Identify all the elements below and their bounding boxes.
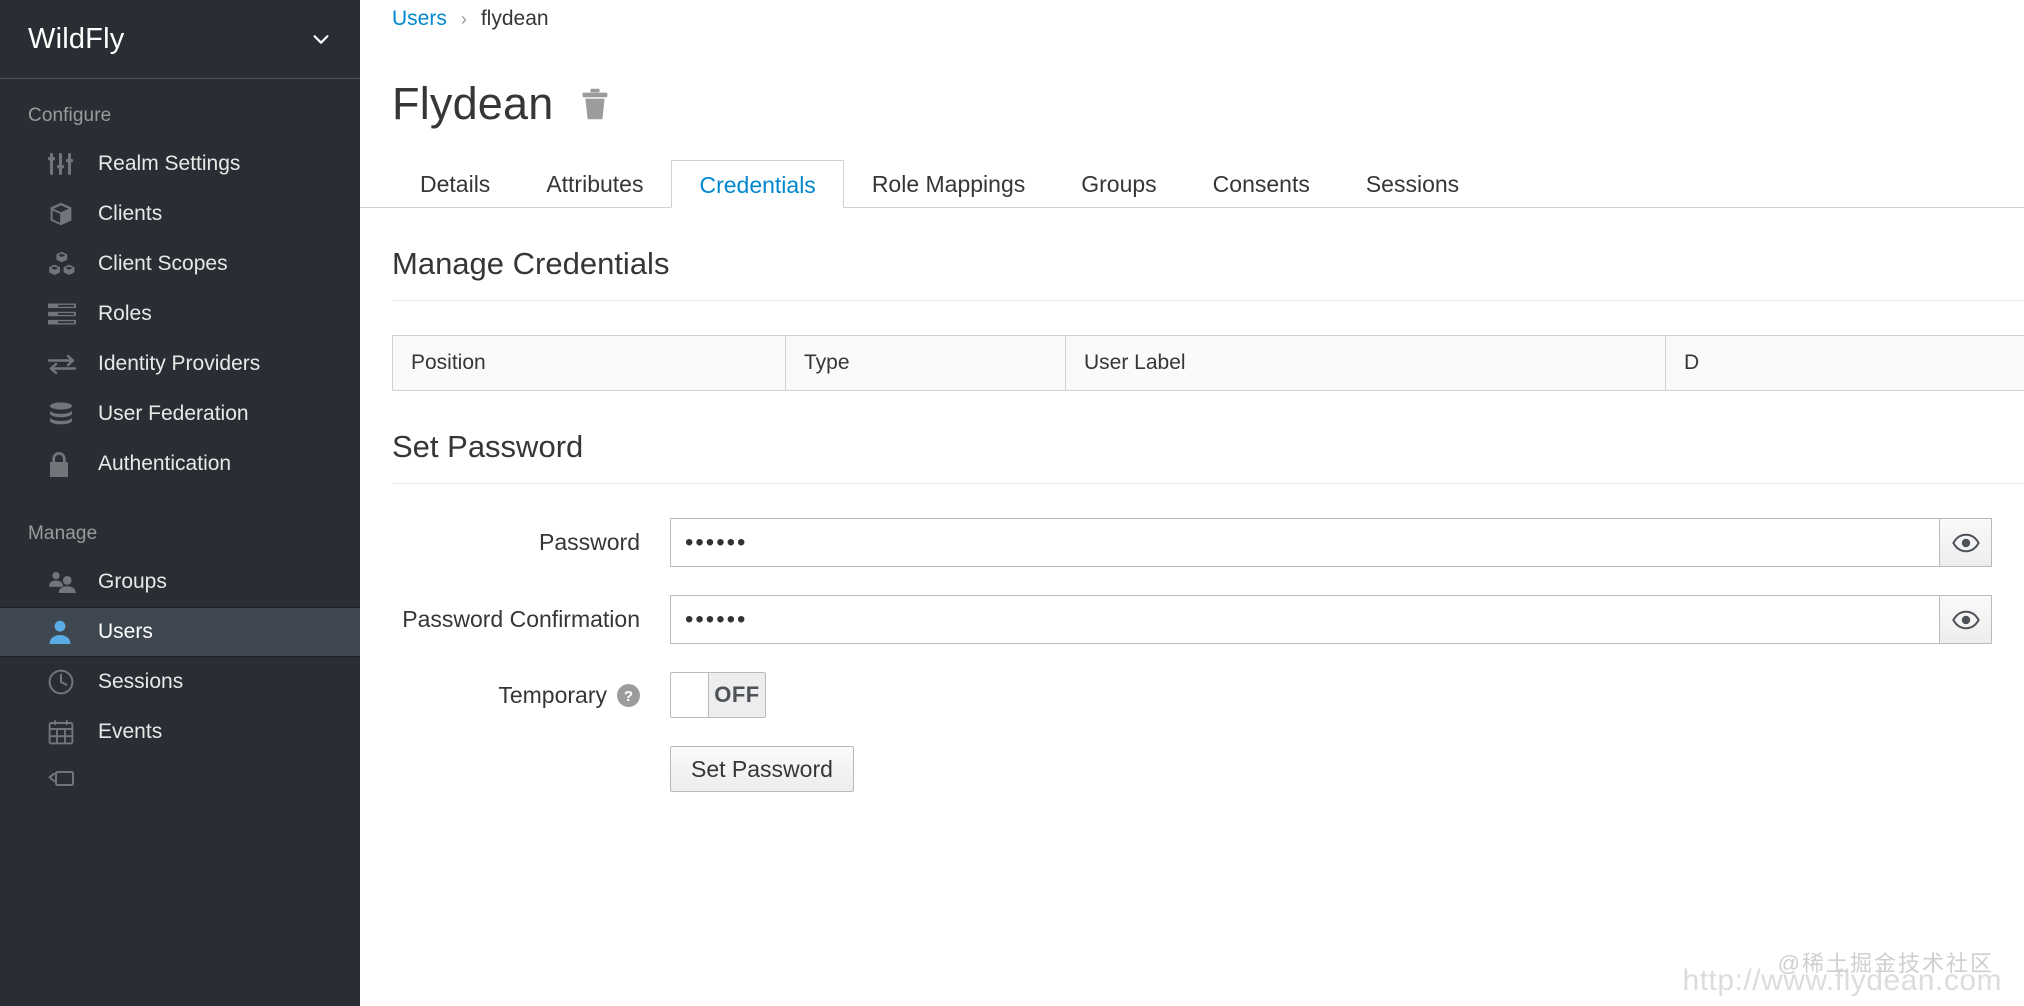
password-row: Password — [360, 518, 2024, 567]
eye-icon[interactable] — [1940, 595, 1992, 644]
sidebar-item-label: Roles — [98, 302, 152, 325]
cube-icon — [48, 201, 78, 227]
sidebar-item-label: Clients — [98, 202, 163, 225]
breadcrumb: Users › flydean — [360, 0, 2024, 36]
sidebar-item-label: Authentication — [98, 452, 232, 475]
sidebar-item-identity-providers[interactable]: Identity Providers — [0, 339, 360, 389]
toggle-knob — [671, 673, 709, 717]
sidebar-item-label: Groups — [98, 570, 167, 593]
chevron-down-icon[interactable] — [310, 28, 332, 50]
sidebar-item-events[interactable]: Events — [0, 707, 360, 757]
keycloak-admin-console: WildFly Configure Realm Settings Clients… — [0, 0, 2024, 1006]
main-content: Users › flydean Flydean Details Attribut… — [360, 0, 2024, 1006]
sidebar-item-user-federation[interactable]: User Federation — [0, 389, 360, 439]
sidebar-item-label: Client Scopes — [98, 252, 228, 275]
tab-attributes[interactable]: Attributes — [518, 159, 671, 207]
nav-section-title-configure: Configure — [28, 105, 112, 126]
tab-sessions[interactable]: Sessions — [1338, 159, 1487, 207]
tab-groups[interactable]: Groups — [1053, 159, 1184, 207]
sidebar-item-label: Realm Settings — [98, 152, 241, 175]
temporary-label: Temporary — [498, 681, 607, 708]
realm-selector[interactable]: WildFly — [0, 0, 360, 79]
sidebar-item-label: Events — [98, 720, 163, 743]
breadcrumb-separator-icon: › — [460, 8, 467, 29]
nav-group-configure: Configure Realm Settings Clients Client … — [0, 79, 360, 493]
tab-credentials[interactable]: Credentials — [671, 160, 844, 208]
sidebar-item-clients[interactable]: Clients — [0, 189, 360, 239]
eye-icon[interactable] — [1940, 518, 1992, 567]
calendar-icon — [48, 719, 78, 745]
column-header-type[interactable]: Type — [786, 336, 1066, 390]
sidebar-item-roles[interactable]: Roles — [0, 289, 360, 339]
password-confirmation-row: Password Confirmation — [360, 595, 2024, 644]
watermark: @稀土掘金技术社区 http://www.flydean.com — [1683, 932, 2002, 998]
sidebar: WildFly Configure Realm Settings Clients… — [0, 0, 360, 1006]
credentials-table: Position Type User Label D — [392, 335, 2024, 391]
password-input-group — [670, 518, 1992, 567]
sidebar-item-label: Users — [98, 620, 153, 643]
realm-name: WildFly — [28, 22, 125, 55]
user-tabs: Details Attributes Credentials Role Mapp… — [360, 160, 2024, 208]
temporary-toggle[interactable]: OFF — [670, 672, 766, 718]
sidebar-item-users[interactable]: Users — [0, 607, 360, 657]
set-password-button[interactable]: Set Password — [670, 746, 854, 792]
sidebar-item-sessions[interactable]: Sessions — [0, 657, 360, 707]
breadcrumb-current: flydean — [480, 7, 549, 30]
page-header: Flydean — [360, 36, 2024, 130]
watermark-community: @稀土掘金技术社区 — [1777, 951, 1994, 976]
users-icon — [48, 569, 78, 595]
list-icon — [48, 301, 78, 327]
manage-credentials-heading: Manage Credentials — [392, 246, 670, 281]
page-title: Flydean — [392, 78, 554, 129]
sidebar-item-groups[interactable]: Groups — [0, 557, 360, 607]
manage-credentials-divider — [392, 300, 2024, 301]
sidebar-item-label: User Federation — [98, 402, 249, 425]
column-header-data[interactable]: D — [1666, 336, 1966, 390]
password-confirmation-input-group — [670, 595, 1992, 644]
temporary-row: Temporary ? OFF — [360, 672, 2024, 718]
password-input[interactable] — [670, 518, 1940, 567]
exchange-arrows-icon — [48, 351, 78, 377]
question-circle-icon[interactable]: ? — [617, 683, 640, 707]
tab-role-mappings[interactable]: Role Mappings — [844, 159, 1053, 207]
sidebar-item-client-scopes[interactable]: Client Scopes — [0, 239, 360, 289]
set-password-form: Password Password Confirmation — [360, 484, 2024, 792]
sidebar-item-realm-settings[interactable]: Realm Settings — [0, 139, 360, 189]
password-confirmation-input[interactable] — [670, 595, 1940, 644]
tab-consents[interactable]: Consents — [1185, 159, 1338, 207]
password-confirmation-label: Password Confirmation — [402, 606, 640, 632]
sliders-icon — [48, 151, 78, 177]
import-icon — [48, 769, 78, 795]
form-spacer — [392, 746, 670, 792]
temporary-label-wrap: Temporary ? — [392, 682, 670, 709]
column-header-position[interactable]: Position — [393, 336, 786, 390]
column-header-user-label[interactable]: User Label — [1066, 336, 1666, 390]
password-label: Password — [539, 529, 640, 555]
sidebar-item-authentication[interactable]: Authentication — [0, 439, 360, 489]
breadcrumb-users-link[interactable]: Users — [392, 7, 447, 31]
clock-icon — [48, 669, 78, 695]
lock-icon — [48, 451, 78, 477]
set-password-action-row: Set Password — [360, 746, 2024, 792]
sidebar-item-partial[interactable] — [0, 757, 360, 807]
user-icon — [48, 619, 78, 645]
nav-group-manage: Manage Groups Users Sessions Events — [0, 493, 360, 811]
cubes-icon — [48, 251, 78, 277]
toggle-state-label: OFF — [709, 673, 765, 717]
watermark-url: http://www.flydean.com — [1682, 964, 2002, 997]
svg-text:?: ? — [624, 687, 633, 704]
set-password-heading: Set Password — [392, 429, 584, 464]
nav-section-title-manage: Manage — [28, 523, 98, 544]
trash-icon[interactable] — [580, 88, 610, 120]
sidebar-item-label: Identity Providers — [98, 352, 261, 375]
sidebar-item-label: Sessions — [98, 670, 184, 693]
tab-details[interactable]: Details — [392, 159, 518, 207]
database-icon — [48, 401, 78, 427]
